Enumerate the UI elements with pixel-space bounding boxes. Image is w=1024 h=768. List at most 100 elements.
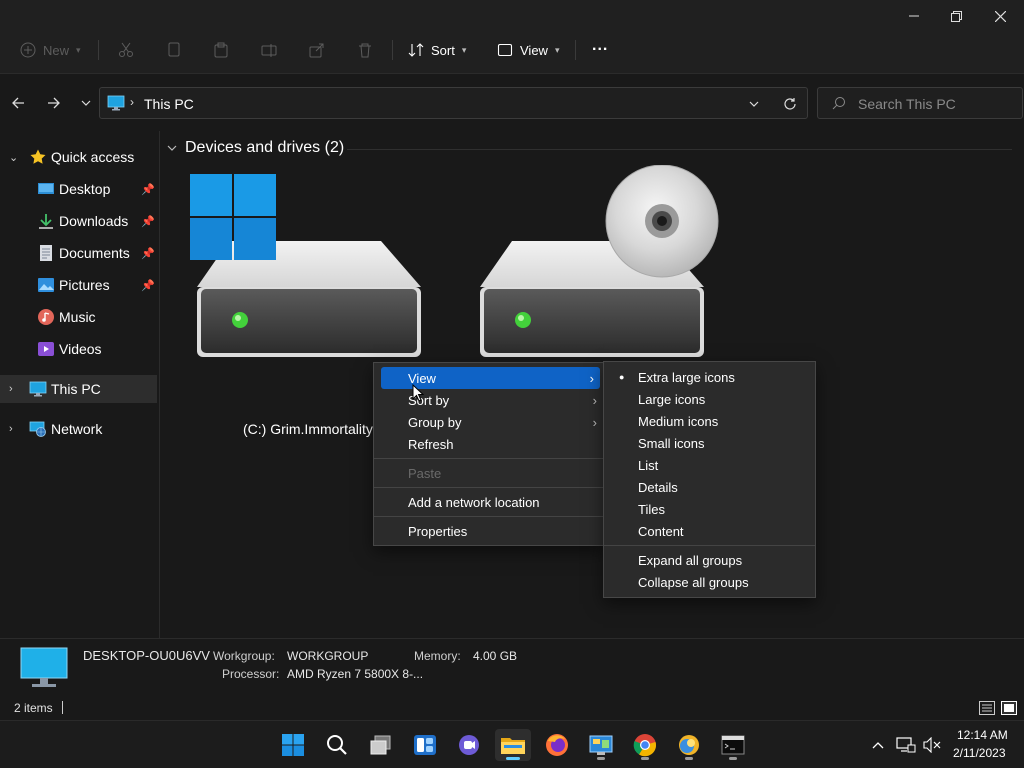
pin-icon: 📌 bbox=[141, 183, 155, 196]
submenu-item-tiles[interactable]: Tiles bbox=[604, 498, 815, 520]
breadcrumb-separator: › bbox=[130, 95, 134, 109]
file-explorer-button[interactable] bbox=[495, 729, 531, 761]
view-button[interactable]: View ▾ bbox=[497, 32, 559, 68]
document-icon bbox=[40, 245, 52, 261]
submenu-item-label: Expand all groups bbox=[638, 552, 743, 568]
details-view-icon[interactable] bbox=[979, 701, 995, 715]
paste-button[interactable] bbox=[213, 32, 229, 68]
paste-icon bbox=[214, 42, 228, 58]
menu-item-refresh[interactable]: Refresh bbox=[374, 433, 603, 455]
chevron-down-icon: ▾ bbox=[76, 44, 81, 55]
widgets-button[interactable] bbox=[407, 729, 443, 761]
menu-item-group-by[interactable]: Group by › bbox=[374, 411, 603, 433]
plus-circle-icon bbox=[20, 42, 36, 58]
chevron-right-icon[interactable]: › bbox=[9, 383, 13, 395]
chevron-down-icon[interactable]: ⌄ bbox=[9, 151, 18, 164]
cut-button[interactable] bbox=[118, 32, 134, 68]
close-icon bbox=[994, 10, 1006, 22]
start-button[interactable] bbox=[275, 729, 311, 761]
menu-separator bbox=[374, 516, 603, 517]
see-more-button[interactable]: ... bbox=[592, 28, 608, 64]
nav-item-desktop[interactable]: Desktop 📌 bbox=[0, 175, 157, 203]
drive-c[interactable] bbox=[189, 173, 425, 363]
share-button[interactable] bbox=[309, 32, 325, 68]
task-view-button[interactable] bbox=[363, 729, 399, 761]
minimize-button[interactable] bbox=[892, 0, 936, 32]
submenu-item-large-icons[interactable]: Large icons bbox=[604, 388, 815, 410]
submenu-item-list[interactable]: List bbox=[604, 454, 815, 476]
download-icon bbox=[39, 214, 53, 229]
clock-time[interactable]: 12:14 AM bbox=[957, 728, 1008, 742]
menu-item-label: Add a network location bbox=[408, 494, 540, 510]
address-dropdown-icon[interactable] bbox=[749, 101, 759, 107]
chevron-right-icon: › bbox=[589, 370, 594, 386]
drive-c-label[interactable]: (C:) Grim.Immortality.X bbox=[243, 421, 385, 437]
copy-button[interactable] bbox=[166, 32, 182, 68]
nav-item-pictures[interactable]: Pictures 📌 bbox=[0, 271, 157, 299]
rename-button[interactable] bbox=[261, 32, 277, 68]
menu-item-properties[interactable]: Properties bbox=[374, 520, 603, 542]
trash-icon bbox=[359, 43, 371, 58]
restore-button[interactable] bbox=[934, 0, 978, 32]
taskbar-search[interactable] bbox=[319, 729, 355, 761]
submenu-item-medium-icons[interactable]: Medium icons bbox=[604, 410, 815, 432]
windows-logo-icon bbox=[282, 734, 304, 756]
rename-icon bbox=[261, 44, 277, 57]
dvd-drive-icon bbox=[480, 164, 719, 357]
breadcrumb-this-pc[interactable]: This PC bbox=[144, 96, 194, 112]
menu-item-paste[interactable]: Paste bbox=[374, 462, 603, 484]
chevron-right-icon[interactable]: › bbox=[9, 423, 13, 435]
workgroup-value: WORKGROUP bbox=[287, 649, 369, 663]
network-status-icon[interactable] bbox=[896, 737, 916, 753]
music-icon bbox=[38, 309, 54, 325]
submenu-item-collapse-all-groups[interactable]: Collapse all groups bbox=[604, 571, 815, 593]
submenu-item-extra-large-icons[interactable]: ● Extra large icons bbox=[604, 366, 815, 388]
back-button[interactable] bbox=[4, 89, 32, 117]
menu-item-sort-by[interactable]: Sort by › bbox=[374, 389, 603, 411]
chevron-up-icon[interactable] bbox=[872, 741, 884, 749]
item-count: 2 items bbox=[14, 701, 53, 715]
close-button[interactable] bbox=[978, 0, 1022, 32]
app-icon bbox=[679, 735, 699, 755]
address-bar[interactable]: › This PC bbox=[99, 87, 808, 119]
firefox-button[interactable] bbox=[539, 729, 575, 761]
control-panel-button[interactable] bbox=[583, 729, 619, 761]
refresh-icon[interactable] bbox=[783, 97, 797, 111]
submenu-item-content[interactable]: Content bbox=[604, 520, 815, 542]
search-input[interactable]: Search This PC bbox=[817, 87, 1023, 119]
volume-muted-icon[interactable] bbox=[922, 737, 942, 753]
chrome-button[interactable] bbox=[627, 729, 663, 761]
group-divider bbox=[347, 149, 1012, 150]
new-button[interactable]: New ▾ bbox=[20, 32, 81, 68]
group-header[interactable]: Devices and drives (2) bbox=[167, 139, 344, 157]
menu-item-add-network-location[interactable]: Add a network location bbox=[374, 491, 603, 513]
nav-item-videos[interactable]: Videos bbox=[0, 335, 157, 363]
nav-label: Videos bbox=[59, 341, 102, 357]
nav-label: Network bbox=[51, 421, 103, 437]
clock-date[interactable]: 2/11/2023 bbox=[953, 746, 1006, 760]
monitor-icon bbox=[29, 381, 47, 397]
star-icon bbox=[30, 149, 46, 164]
submenu-item-small-icons[interactable]: Small icons bbox=[604, 432, 815, 454]
nav-label: Pictures bbox=[59, 277, 110, 293]
forward-button[interactable] bbox=[40, 89, 68, 117]
nav-this-pc[interactable]: › This PC bbox=[0, 375, 157, 403]
submenu-item-label: Content bbox=[638, 523, 684, 539]
submenu-item-expand-all-groups[interactable]: Expand all groups bbox=[604, 549, 815, 571]
recent-locations-button[interactable] bbox=[72, 89, 100, 117]
teams-chat-button[interactable] bbox=[451, 729, 487, 761]
delete-button[interactable] bbox=[357, 32, 373, 68]
large-icons-view-icon[interactable] bbox=[1001, 701, 1017, 715]
folder-icon bbox=[501, 738, 525, 754]
nav-item-documents[interactable]: Documents 📌 bbox=[0, 239, 157, 267]
terminal-button[interactable] bbox=[715, 729, 751, 761]
dvd-drive[interactable] bbox=[472, 164, 722, 363]
nav-item-music[interactable]: Music bbox=[0, 303, 157, 331]
app-button[interactable] bbox=[671, 729, 707, 761]
sort-button[interactable]: Sort ▾ bbox=[408, 32, 466, 68]
submenu-item-details[interactable]: Details bbox=[604, 476, 815, 498]
nav-network[interactable]: › Network bbox=[0, 415, 157, 443]
nav-item-downloads[interactable]: Downloads 📌 bbox=[0, 207, 157, 235]
nav-quick-access[interactable]: ⌄ Quick access bbox=[0, 143, 157, 171]
nav-label: Documents bbox=[59, 245, 130, 261]
